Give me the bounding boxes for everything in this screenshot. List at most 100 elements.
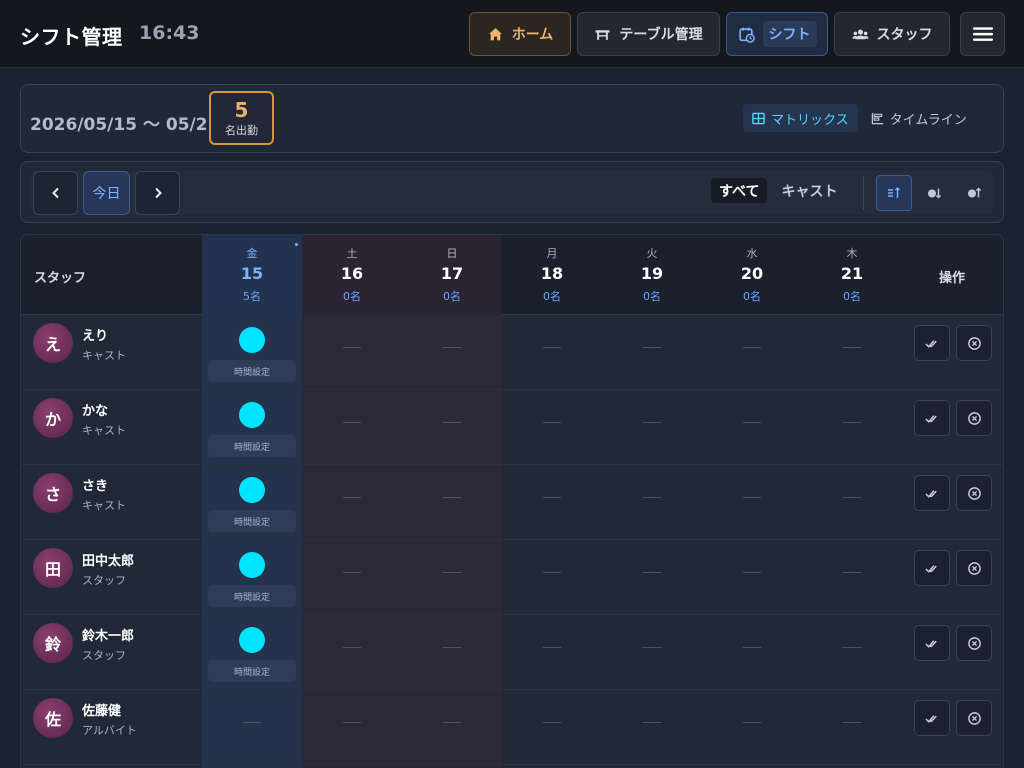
filter-all-button[interactable]: すべて (711, 178, 768, 203)
matrix-view-button[interactable]: マトリックス (743, 104, 858, 132)
clear-week-button[interactable] (956, 475, 992, 511)
calendar-clock-icon (738, 27, 755, 43)
shift-on-indicator[interactable] (239, 552, 265, 578)
shift-cell[interactable] (802, 390, 902, 465)
nav-table-button[interactable]: テーブル管理 (577, 12, 720, 56)
shift-cell[interactable] (402, 540, 502, 615)
confirm-week-button[interactable] (914, 475, 950, 511)
confirm-week-button[interactable] (914, 400, 950, 436)
shift-cell[interactable] (402, 465, 502, 540)
filter-cast-button[interactable]: キャスト (773, 178, 845, 203)
time-setting-button[interactable]: 時間設定 (208, 435, 296, 457)
shift-cell[interactable] (802, 690, 902, 765)
shift-cell[interactable] (702, 690, 802, 765)
shift-cell[interactable] (602, 315, 702, 390)
shift-cell[interactable] (502, 315, 602, 390)
time-setting-button[interactable]: 時間設定 (208, 360, 296, 382)
shift-cell[interactable]: 時間設定 (202, 615, 302, 690)
double-check-icon (924, 489, 937, 498)
confirm-week-button[interactable] (914, 550, 950, 586)
top-bar: シフト管理 16:43 ホーム テーブル管理 シフト スタッフ (0, 0, 1024, 68)
avatar: 佐 (33, 698, 73, 738)
shift-cell[interactable] (302, 540, 402, 615)
sort-desc-button[interactable] (956, 175, 992, 211)
today-button[interactable]: 今日 (83, 171, 130, 215)
nav-home-button[interactable]: ホーム (469, 12, 571, 56)
shift-cell[interactable]: 時間設定 (202, 315, 302, 390)
day-of-week: 日 (446, 247, 458, 260)
shift-cell[interactable] (602, 390, 702, 465)
shift-cell[interactable] (702, 465, 802, 540)
shift-cell[interactable] (502, 690, 602, 765)
empty-shift-dash (843, 422, 861, 423)
shift-cell[interactable] (302, 615, 402, 690)
shift-cell[interactable] (402, 315, 502, 390)
shift-cell[interactable] (502, 615, 602, 690)
shift-cell[interactable] (702, 540, 802, 615)
shift-cell[interactable] (302, 390, 402, 465)
shift-cell[interactable] (702, 390, 802, 465)
next-week-button[interactable] (135, 171, 180, 215)
staff-name: 鈴木一郎 (82, 629, 135, 644)
empty-shift-dash (543, 572, 561, 573)
shift-cell[interactable] (802, 615, 902, 690)
shift-cell[interactable] (202, 690, 302, 765)
shift-cell[interactable] (402, 690, 502, 765)
empty-shift-dash (443, 722, 461, 723)
clear-week-button[interactable] (956, 625, 992, 661)
shift-cell[interactable]: 時間設定 (202, 540, 302, 615)
nav-staff-button[interactable]: スタッフ (834, 12, 950, 56)
staff-row: 田田中太郎 スタッフ 時間設定 (21, 540, 1003, 615)
empty-shift-dash (443, 647, 461, 648)
circle-x-icon (967, 711, 981, 725)
staff-row: ええり キャスト 時間設定 (21, 315, 1003, 390)
clear-week-button[interactable] (956, 325, 992, 361)
staff-name: さき (82, 479, 109, 494)
prev-week-button[interactable] (33, 171, 78, 215)
time-setting-button[interactable]: 時間設定 (208, 660, 296, 682)
shift-cell[interactable] (502, 390, 602, 465)
timeline-view-button[interactable]: タイムライン (862, 104, 976, 132)
shift-cell[interactable] (702, 315, 802, 390)
shift-cell[interactable] (302, 465, 402, 540)
clear-week-button[interactable] (956, 400, 992, 436)
shift-cell[interactable] (402, 390, 502, 465)
empty-shift-dash (843, 572, 861, 573)
shift-cell[interactable] (402, 615, 502, 690)
time-setting-button[interactable]: 時間設定 (208, 585, 296, 607)
shift-on-indicator[interactable] (239, 627, 265, 653)
hamburger-menu-icon (972, 27, 993, 41)
menu-button[interactable] (960, 12, 1005, 56)
shift-cell[interactable]: 時間設定 (202, 465, 302, 540)
sort-default-button[interactable] (876, 175, 912, 211)
shift-cell[interactable] (802, 465, 902, 540)
confirm-week-button[interactable] (914, 700, 950, 736)
shift-cell[interactable] (602, 465, 702, 540)
confirm-week-button[interactable] (914, 625, 950, 661)
shift-cell[interactable] (802, 540, 902, 615)
shift-on-indicator[interactable] (239, 477, 265, 503)
shift-cell[interactable] (802, 315, 902, 390)
sort-asc-button[interactable] (916, 175, 952, 211)
clear-week-button[interactable] (956, 700, 992, 736)
shift-cell[interactable] (602, 615, 702, 690)
shift-cell[interactable] (502, 465, 602, 540)
day-header-21: 木 21 0名 (802, 235, 902, 315)
shift-cell[interactable] (302, 690, 402, 765)
nav-shift-button[interactable]: シフト (726, 12, 828, 56)
shift-cell[interactable] (302, 315, 402, 390)
shift-cell[interactable] (602, 690, 702, 765)
shift-cell[interactable] (502, 540, 602, 615)
empty-shift-dash (543, 722, 561, 723)
staff-row: ささき キャスト 時間設定 (21, 465, 1003, 540)
confirm-week-button[interactable] (914, 325, 950, 361)
time-setting-button[interactable]: 時間設定 (208, 510, 296, 532)
shift-on-indicator[interactable] (239, 402, 265, 428)
shift-on-indicator[interactable] (239, 327, 265, 353)
shift-cell[interactable] (702, 615, 802, 690)
clear-week-button[interactable] (956, 550, 992, 586)
shift-cell[interactable]: 時間設定 (202, 390, 302, 465)
shift-matrix: スタッフ 金 15 5名 土 16 0名 日 17 0名 月 18 0名 火 19 0名 水 20 0名 木 21 0名… (20, 234, 1004, 768)
shift-cell[interactable] (602, 540, 702, 615)
empty-shift-dash (243, 722, 261, 723)
